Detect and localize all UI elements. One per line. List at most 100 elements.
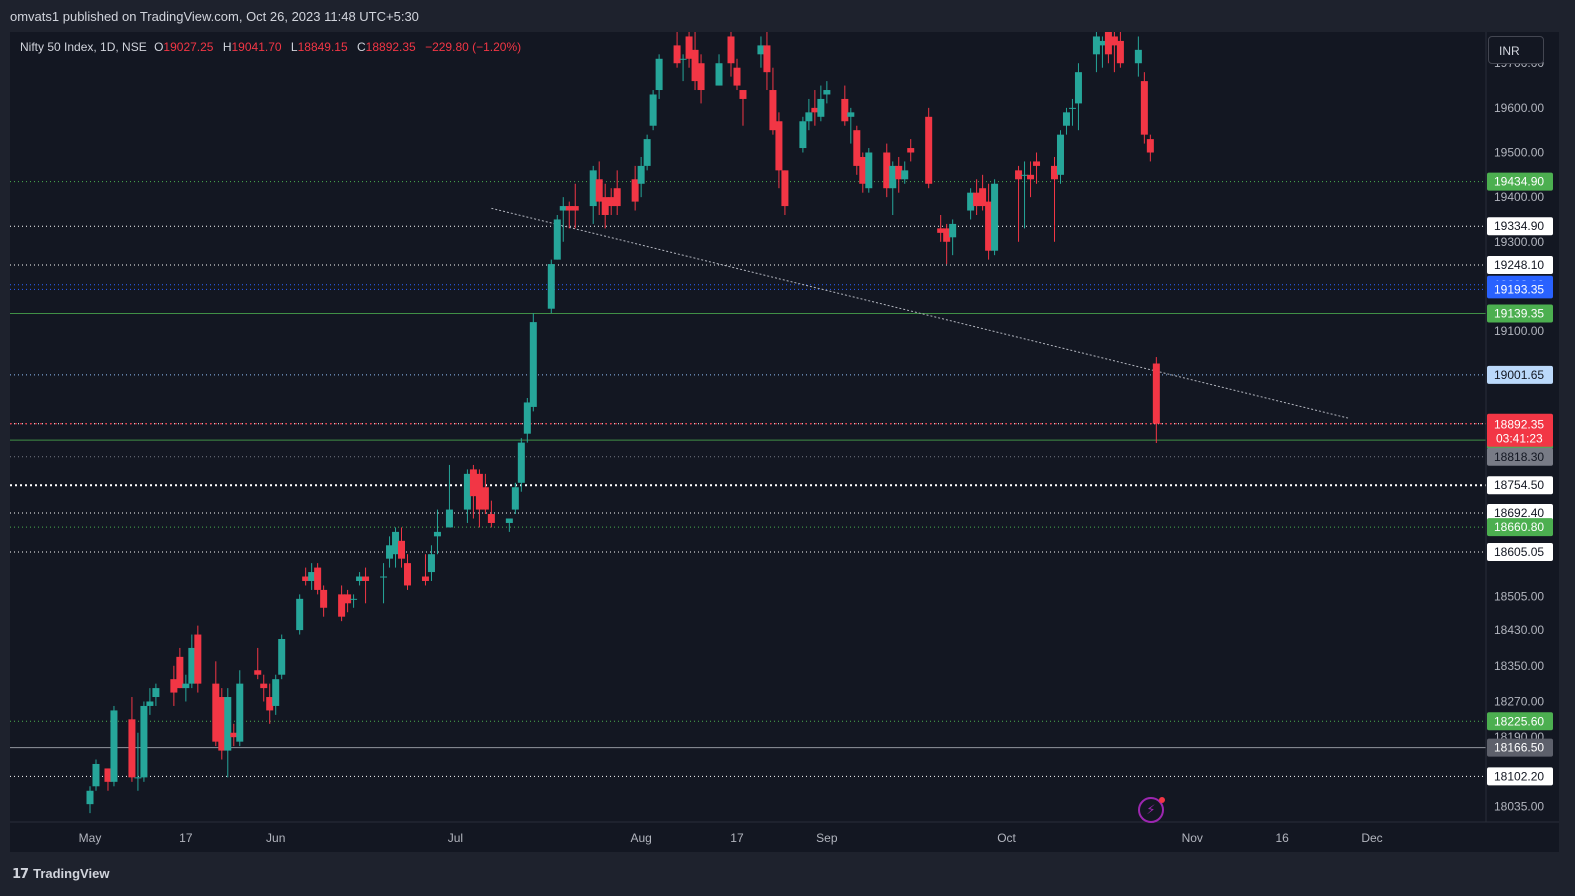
candle-body — [320, 589, 328, 608]
candle-body — [260, 683, 268, 689]
candle-body — [146, 701, 154, 706]
price-tick-label: 18035.00 — [1494, 799, 1544, 813]
level-label-text: 19334.90 — [1494, 219, 1544, 233]
candle-body — [781, 170, 789, 207]
level-label-text: 18692.40 — [1494, 506, 1544, 520]
candle-body — [445, 509, 453, 528]
symbol-title[interactable]: Nifty 50 Index, 1D, NSE — [20, 40, 147, 54]
level-label-text: 19248.10 — [1494, 258, 1544, 272]
candle-body — [925, 116, 933, 184]
candle-body — [266, 697, 274, 711]
candle-body — [350, 598, 358, 600]
time-tick-label: Aug — [630, 831, 651, 845]
candle-body — [1062, 112, 1070, 126]
candle-body — [649, 94, 657, 126]
candle-body — [529, 322, 537, 407]
candle-body — [547, 264, 555, 309]
candle-body — [1074, 72, 1082, 104]
candle-body — [607, 197, 615, 207]
tradingview-logo[interactable]: 𝟭𝟳 TradingView — [12, 866, 109, 882]
price-level-label: 18102.20 — [1487, 767, 1553, 786]
candle-body — [1021, 174, 1029, 176]
last-price-value: 18892.35 — [1494, 418, 1544, 432]
candle — [194, 625, 202, 693]
candle-body — [212, 683, 220, 742]
candle-body — [1110, 36, 1118, 46]
candle — [1140, 72, 1148, 144]
price-tick-label: 18270.00 — [1494, 694, 1544, 708]
candle-body — [595, 179, 603, 202]
candle-body — [967, 192, 975, 211]
candle-body — [865, 152, 873, 189]
candle-body — [565, 206, 573, 211]
candle-body — [523, 402, 531, 434]
candlestick-chart[interactable]: 19700.0019600.0019500.0019400.0019300.00… — [10, 32, 1559, 852]
candle-body — [901, 170, 909, 180]
candle-body — [392, 531, 400, 555]
level-label-text: 19139.35 — [1494, 306, 1544, 320]
candle-body — [128, 719, 136, 778]
currency-button[interactable]: INR — [1488, 36, 1544, 64]
candle-body — [823, 90, 831, 95]
candle-body — [344, 594, 352, 604]
countdown-value: 03:41:23 — [1496, 432, 1543, 446]
candle — [511, 482, 519, 515]
candle-body — [685, 36, 693, 59]
candle — [529, 313, 537, 412]
level-label-text: 18605.05 — [1494, 545, 1544, 559]
time-tick-label: Sep — [816, 831, 838, 845]
candle-body — [433, 531, 441, 537]
candle-body — [314, 567, 322, 590]
notification-dot — [1159, 797, 1165, 803]
price-tick-label: 19600.00 — [1494, 101, 1544, 115]
time-tick-label: Nov — [1182, 831, 1203, 845]
candle-body — [937, 228, 945, 233]
candle — [991, 179, 999, 256]
chart-pane[interactable]: 19700.0019600.0019500.0019400.0019300.00… — [10, 32, 1559, 852]
price-tick-label: 18505.00 — [1494, 590, 1544, 604]
lightning-icon[interactable]: ⚡ — [1138, 797, 1165, 823]
candle-body — [152, 688, 160, 698]
price-level-label: 18754.50 — [1487, 476, 1553, 495]
price-tick-label: 19500.00 — [1494, 146, 1544, 160]
candle-body — [853, 130, 861, 166]
candle-body — [86, 790, 94, 805]
candle — [553, 214, 561, 260]
candle-body — [1152, 363, 1160, 424]
price-level-label: 18166.50 — [1487, 738, 1553, 757]
candle-body — [302, 576, 310, 581]
time-tick-label: Dec — [1361, 831, 1382, 845]
candle-body — [188, 647, 196, 684]
candle-body — [505, 518, 513, 523]
candle — [799, 116, 807, 153]
candle-body — [254, 670, 262, 675]
candle-body — [511, 487, 519, 510]
candle — [92, 759, 100, 791]
candle-body — [278, 639, 286, 675]
candle-body — [1092, 36, 1100, 55]
candle-body — [218, 697, 226, 751]
candle — [643, 134, 651, 171]
candle-body — [553, 219, 561, 260]
level-label-text: 18754.50 — [1494, 478, 1544, 492]
candle-body — [1050, 165, 1058, 180]
candle-body — [1140, 81, 1148, 135]
candle-body — [404, 563, 412, 586]
candle — [314, 563, 322, 595]
candle-body — [763, 45, 771, 73]
time-tick-label: Oct — [997, 831, 1016, 845]
candle-body — [1116, 40, 1124, 64]
price-tick-label: 19400.00 — [1494, 190, 1544, 204]
candle-body — [104, 768, 112, 782]
candle-body — [679, 58, 687, 60]
candle-body — [613, 188, 621, 207]
candle-body — [889, 165, 897, 189]
candle — [110, 705, 118, 787]
candle-body — [673, 45, 681, 64]
level-label-text: 18818.30 — [1494, 450, 1544, 464]
candle-body — [817, 98, 825, 117]
candle-body — [805, 112, 813, 122]
candle-body — [571, 206, 579, 211]
price-level-label: 19139.35 — [1487, 304, 1553, 323]
candle-body — [697, 63, 705, 91]
